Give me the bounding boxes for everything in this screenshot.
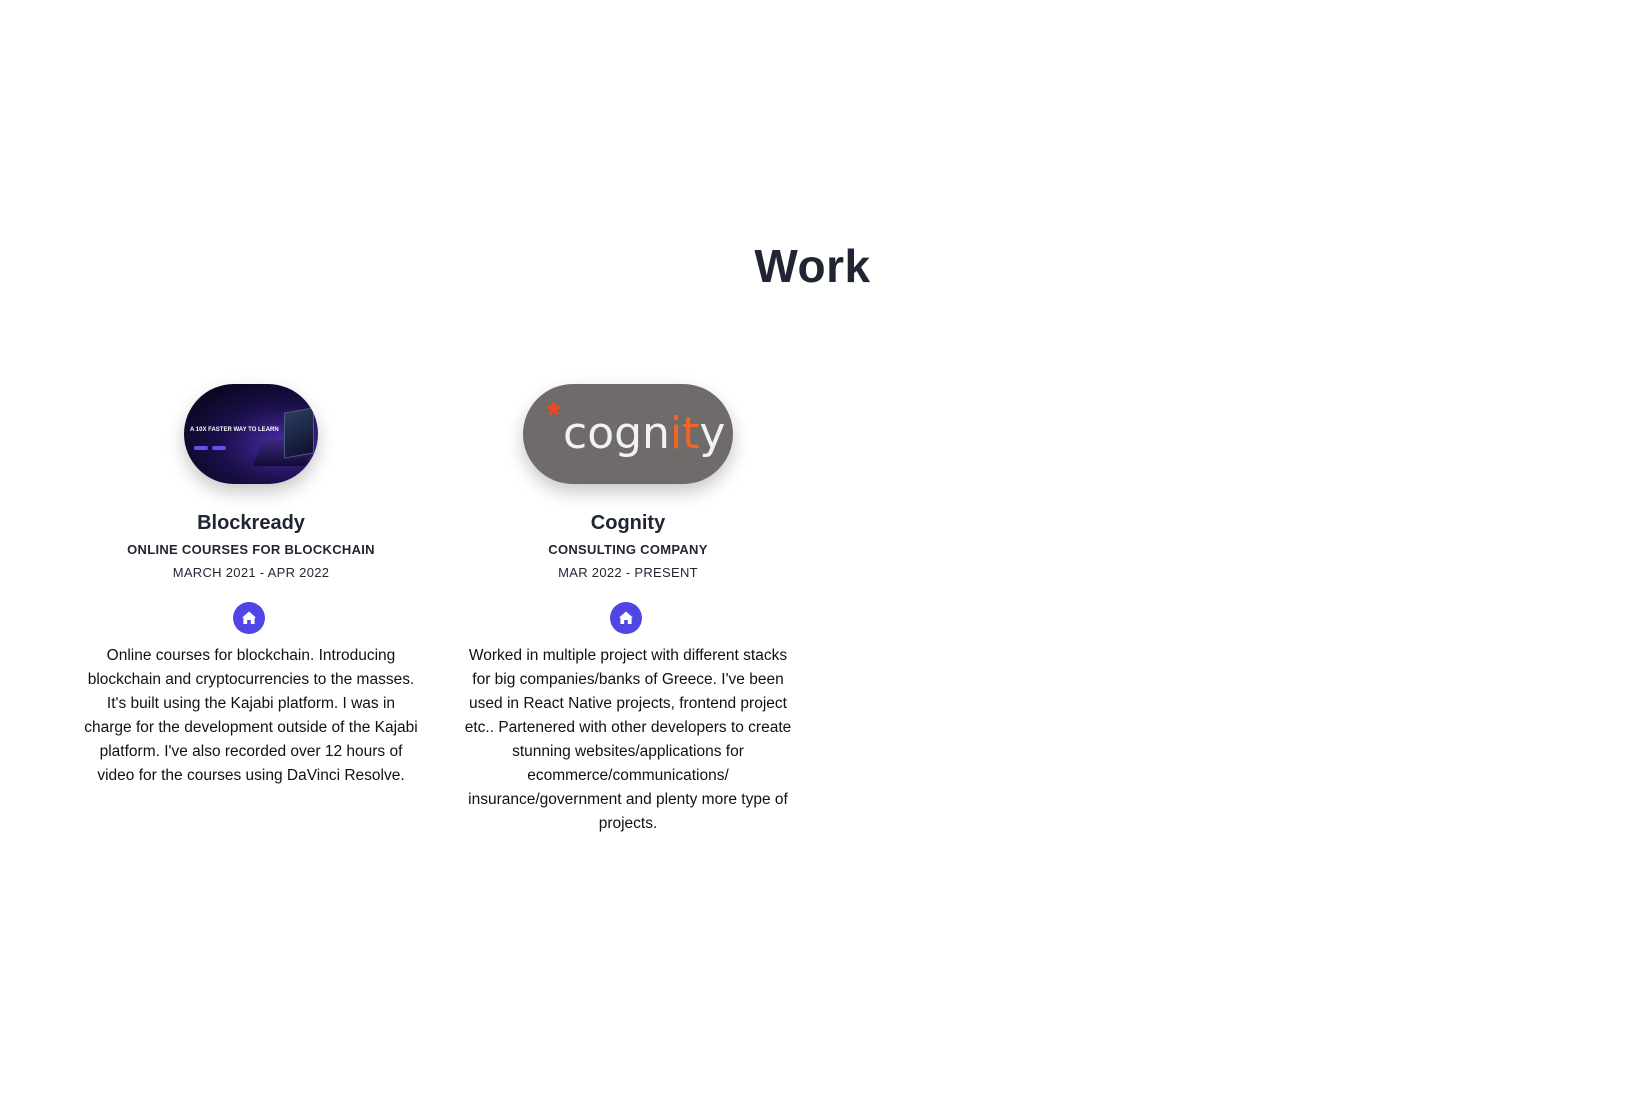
company-name: Cognity <box>590 512 666 534</box>
cognity-logo-star: * <box>547 396 561 434</box>
company-subtitle: CONSULTING COMPANY <box>548 542 708 557</box>
blockready-logo-headline: A 10X FASTER WAY TO LEARN <box>190 427 279 433</box>
blockready-logo-buttons <box>194 446 226 450</box>
blockready-logo: A 10X FASTER WAY TO LEARN <box>184 384 318 484</box>
page-title: Work <box>754 240 871 292</box>
cognity-logo: * cognity <box>523 384 733 484</box>
home-link-button[interactable] <box>610 602 642 634</box>
blockready-logo-screen <box>284 407 314 459</box>
home-icon <box>242 611 256 624</box>
work-card-cognity: * cognity Cognity CONSULTING COMPANY MAR… <box>458 384 798 836</box>
work-card-blockready: A 10X FASTER WAY TO LEARN Blockready ONL… <box>81 384 421 788</box>
home-link-button[interactable] <box>233 602 265 634</box>
company-dates: MAR 2022 - PRESENT <box>558 565 698 580</box>
home-icon <box>619 611 633 624</box>
company-subtitle: ONLINE COURSES FOR BLOCKCHAIN <box>127 542 375 557</box>
cognity-logo-text: cognity <box>563 408 726 459</box>
company-description: Online courses for blockchain. Introduci… <box>84 647 418 784</box>
company-description: Worked in multiple project with differen… <box>464 647 792 832</box>
company-dates: MARCH 2021 - APR 2022 <box>172 565 330 580</box>
company-name: Blockready <box>197 512 305 534</box>
